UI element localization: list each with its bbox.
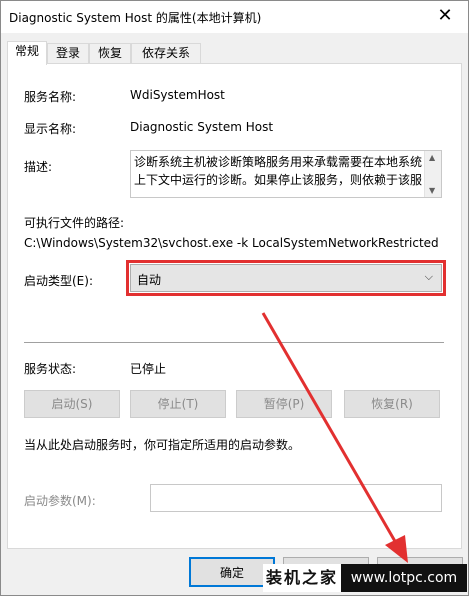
watermark: 装机之家 www.lotpc.com — [263, 564, 467, 592]
watermark-brand: 装机之家 — [263, 564, 341, 592]
annotation-arrow-icon — [261, 312, 408, 563]
tab-general[interactable]: 常规 — [7, 41, 47, 65]
watermark-url: www.lotpc.com — [341, 564, 467, 592]
properties-window: Diagnostic System Host 的属性(本地计算机) ✕ 常规 登… — [0, 0, 469, 596]
